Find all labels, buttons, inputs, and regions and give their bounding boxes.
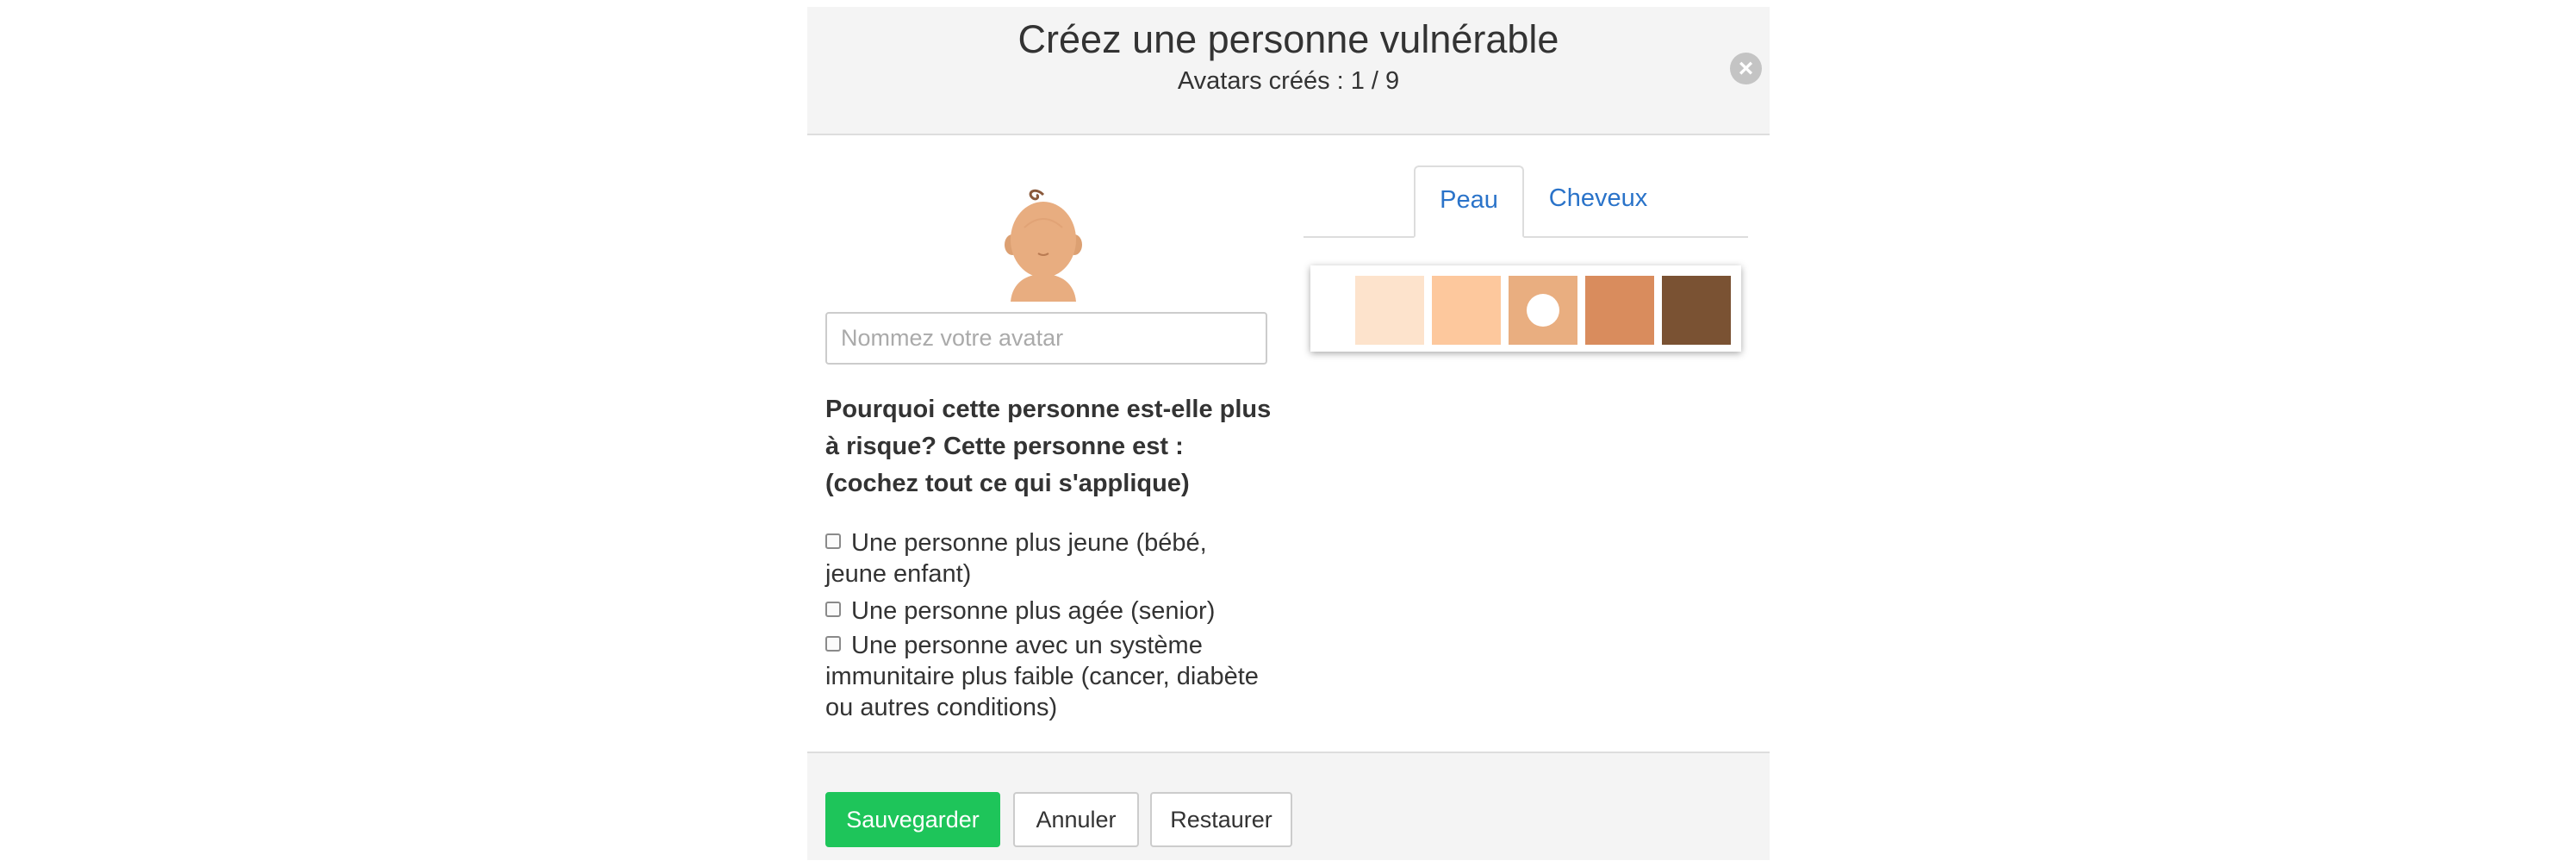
risk-question: Pourquoi cette personne est-elle plus à … [825,391,1273,502]
skin-swatch[interactable] [1432,276,1501,345]
option-immunity-line-1: Une personne avec un système [851,632,1203,659]
cancel-button[interactable]: Annuler [1013,792,1139,847]
checkbox-younger[interactable] [825,533,841,549]
option-immunity-line-3: ou autres conditions) [825,694,1058,721]
skin-swatch[interactable] [1509,276,1577,345]
option-senior: Une personne plus agée (senior) [825,596,1273,627]
skin-swatch[interactable] [1355,276,1424,345]
appearance-tabs: Peau Cheveux [1304,165,1748,238]
selected-indicator-icon [1527,294,1559,327]
tab-skin[interactable]: Peau [1414,165,1524,238]
option-immunity: Une personne avec un système immunitaire… [825,630,1273,723]
save-button[interactable]: Sauvegarder [825,792,1000,847]
question-line-2: à risque? Cette personne est : [825,433,1184,460]
checkbox-senior[interactable] [825,602,841,617]
question-line-3: (cochez tout ce qui s'applique) [825,470,1190,497]
skin-swatch[interactable] [1585,276,1654,345]
modal-footer: Sauvegarder Annuler Restaurer [807,752,1770,860]
close-icon[interactable]: × [1730,53,1762,84]
modal-header: Créez une personne vulnérable Avatars cr… [807,7,1770,135]
avatar-modal: Créez une personne vulnérable Avatars cr… [807,7,1770,860]
option-younger-line-2: jeune enfant) [825,560,972,588]
option-senior-line-1: Une personne plus agée (senior) [851,597,1216,625]
restore-button[interactable]: Restaurer [1150,792,1292,847]
skin-swatch[interactable] [1662,276,1731,345]
baby-avatar-icon [1000,184,1086,302]
checkbox-immunity[interactable] [825,636,841,652]
option-younger-line-1: Une personne plus jeune (bébé, [851,529,1207,557]
tab-hair[interactable]: Cheveux [1524,165,1672,236]
skin-swatch-panel [1310,265,1741,352]
avatar-count: Avatars créés : 1 / 9 [1177,67,1400,95]
option-younger: Une personne plus jeune (bébé, jeune enf… [825,527,1273,589]
question-line-1: Pourquoi cette personne est-elle plus [825,396,1272,423]
avatar-name-input[interactable] [825,312,1267,365]
option-immunity-line-2: immunitaire plus faible (cancer, diabète [825,663,1259,690]
modal-title: Créez une personne vulnérable [1017,17,1559,61]
